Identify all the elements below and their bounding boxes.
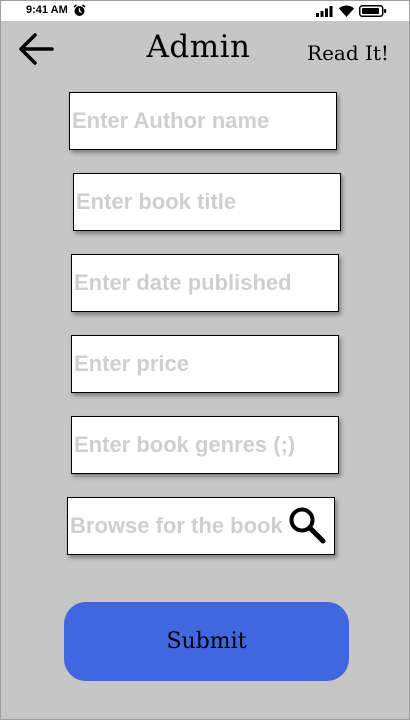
status-time: 9:41 AM (26, 4, 68, 16)
book-title-input[interactable] (73, 173, 341, 231)
search-icon[interactable] (287, 505, 327, 545)
book-genres-input[interactable] (71, 416, 339, 474)
alarm-icon (73, 4, 86, 16)
back-arrow-icon[interactable] (17, 31, 55, 67)
brand-name: Read It! (307, 41, 389, 65)
admin-screen: 9:41 AM Admin Read It! Su (0, 0, 410, 720)
battery-icon (359, 5, 387, 17)
price-input[interactable] (71, 335, 339, 393)
status-bar: 9:41 AM (1, 1, 409, 21)
submit-button[interactable]: Submit (64, 602, 349, 681)
page-title: Admin (146, 29, 251, 65)
date-published-input[interactable] (71, 254, 339, 312)
signal-icon (316, 6, 333, 17)
author-name-input[interactable] (69, 92, 337, 150)
wifi-icon (339, 5, 354, 17)
